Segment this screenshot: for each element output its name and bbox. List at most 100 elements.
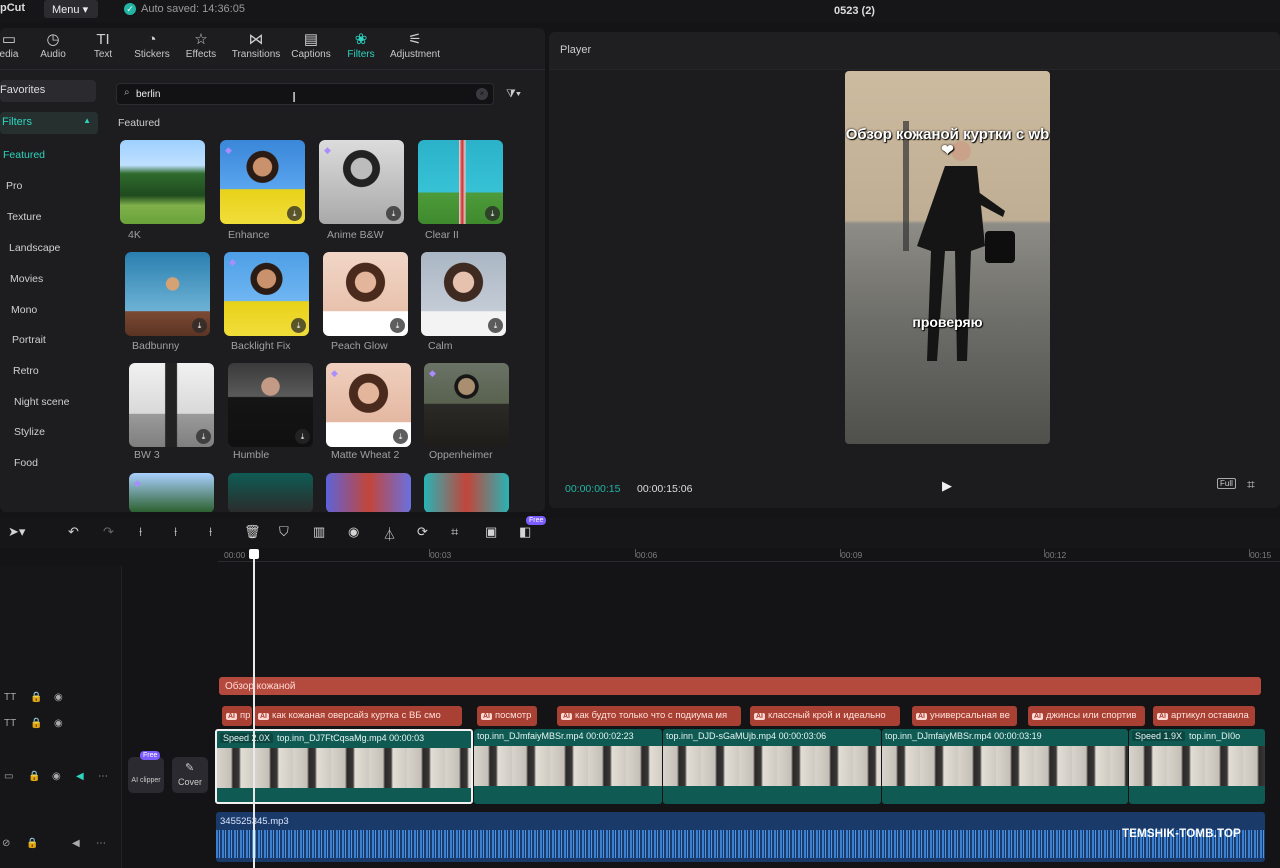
subtitle-clip[interactable]: AI как будто только что с подиума мя [557,706,741,726]
rotate-icon[interactable]: ⟳ [417,524,428,540]
video-preview[interactable]: Обзор кожаной куртки с wb ❤ проверяю [845,71,1050,444]
lock-icon[interactable]: 🔒 [28,771,40,782]
subtitle-clip[interactable]: AI артикул оставила [1153,706,1255,726]
split-right-icon[interactable]: ⟊ [209,524,212,540]
sidebar-item-retro[interactable]: Retro [13,365,39,377]
sidebar-item-portrait[interactable]: Portrait [12,334,46,346]
filter-tile[interactable]: ⤓ [421,252,506,336]
freeze-icon[interactable]: ▥ [313,524,325,540]
sidebar-filters[interactable]: Filters ▲ [0,112,98,134]
volume-icon[interactable]: ◀ [72,838,80,849]
download-icon[interactable]: ⤓ [488,318,503,333]
filter-tile[interactable]: ⤓ [125,252,210,336]
tab-filters[interactable]: ❀ Filters [342,31,380,60]
sidebar-item-night-scene[interactable]: Night scene [14,396,69,408]
filter-tile[interactable] [326,473,411,512]
lock-icon[interactable]: 🔒 [30,718,42,729]
more-icon[interactable]: ⋯ [98,771,108,782]
filter-tile[interactable]: ⤓ [323,252,408,336]
subtitle-clip[interactable]: AI классный крой и идеально [750,706,900,726]
subtitle-clip[interactable]: AI джинсы или спортив [1028,706,1145,726]
download-icon[interactable]: ⤓ [287,206,302,221]
subtitle-clip[interactable]: AI пр [222,706,252,726]
playhead-handle[interactable] [249,549,259,559]
sidebar-item-stylize[interactable]: Stylize [14,426,45,438]
ai-clipper-button[interactable]: Free AI clipper [128,751,164,793]
redo-icon[interactable]: ↷ [103,524,114,540]
sidebar-favorites[interactable]: Favorites [0,80,96,102]
filter-tile[interactable] [120,140,205,224]
subtitle-clip[interactable]: AI универсальная ве [912,706,1017,726]
marker-icon[interactable]: ⛉ [279,524,289,540]
audio-on-icon[interactable]: ◀ [76,771,84,782]
smart-cut-icon[interactable]: ◧ [519,524,531,540]
auto-reframe-icon[interactable]: ▣ [485,524,497,540]
download-icon[interactable]: ⤓ [192,318,207,333]
filter-tile[interactable]: ◆ ⤓ [326,363,411,447]
download-icon[interactable]: ⤓ [393,429,408,444]
filter-tile[interactable]: ⤓ [129,363,214,447]
video-clip[interactable]: top.inn_DJmfaiyMBSr.mp4 00:00:03:19 [882,729,1128,804]
filter-tile[interactable]: ⤓ [228,363,313,447]
download-icon[interactable]: ⤓ [196,429,211,444]
filter-tile[interactable]: ◆ ⤓ [224,252,309,336]
select-tool-icon[interactable]: ➤▾ [8,524,25,540]
filter-tile[interactable] [424,473,509,512]
tab-adjustment[interactable]: ⚟ Adjustment [386,31,444,60]
filter-tile[interactable]: ◆ [424,363,509,447]
audio-clip[interactable]: 345525345.mp3 [216,812,1265,862]
menu-button[interactable]: Menu ▾ [44,0,98,18]
sidebar-item-food[interactable]: Food [14,457,38,469]
filter-tile[interactable]: ◆ ⤓ [220,140,305,224]
download-icon[interactable]: ⤓ [485,206,500,221]
tab-media[interactable]: ▭ edia [0,31,24,60]
more-icon[interactable]: ⋯ [96,838,106,849]
tab-effects[interactable]: ☆ Effects [182,31,220,60]
lock-icon[interactable]: 🔒 [26,838,38,849]
tab-audio[interactable]: ◷ Audio [36,31,70,60]
mirror-icon[interactable]: ⏃ [383,524,396,543]
full-quality-button[interactable]: Full [1217,478,1236,489]
filter-tile[interactable]: ◆ [129,473,214,512]
screenshot-icon[interactable]: ⌗ [1247,476,1255,493]
delete-icon[interactable]: 🗑 [244,524,261,540]
sidebar-item-featured[interactable]: Featured [3,149,45,161]
crop-icon[interactable]: ⌗ [451,524,458,540]
search-box[interactable]: ⌕ × [116,83,494,105]
video-clip[interactable]: top.inn_DJD-sGaMUjb.mp4 00:00:03:06 [663,729,881,804]
download-icon[interactable]: ⤓ [295,429,310,444]
playhead[interactable] [249,549,259,868]
timeline-ruler[interactable]: 00:00 00:03 00:06 00:09 00:12 00:15 [218,546,1280,562]
clear-icon[interactable]: × [476,88,488,100]
sidebar-item-mono[interactable]: Mono [11,304,37,316]
tab-text[interactable]: TI Text [88,31,118,60]
eye-icon[interactable]: ◉ [54,718,63,729]
split-left-icon[interactable]: ⟊ [174,524,177,540]
tab-transitions[interactable]: ⋈ Transitions [228,31,284,60]
sidebar-item-texture[interactable]: Texture [7,211,41,223]
subtitle-clip[interactable]: AI посмотр [477,706,537,726]
lock-icon[interactable]: 🔒 [30,692,42,703]
play-icon[interactable]: ▶ [942,478,952,494]
tab-captions[interactable]: ▤ Captions [288,31,334,60]
download-icon[interactable]: ⤓ [291,318,306,333]
split-icon[interactable]: ⟊ [139,524,142,540]
video-clip[interactable]: Speed 1.9X top.inn_DI0o [1129,729,1265,804]
sidebar-item-landscape[interactable]: Landscape [9,242,60,254]
filter-tile[interactable]: ◆ ⤓ [319,140,404,224]
sidebar-item-movies[interactable]: Movies [10,273,43,285]
download-icon[interactable]: ⤓ [390,318,405,333]
download-icon[interactable]: ⤓ [386,206,401,221]
sidebar-item-pro[interactable]: Pro [6,180,22,192]
video-clip[interactable]: top.inn_DJmfaiyMBSr.mp4 00:00:02:23 [474,729,662,804]
tab-stickers[interactable]: ◔ Stickers [130,31,174,60]
text-clip[interactable]: Обзор кожаной [219,677,1261,695]
search-input[interactable] [136,86,466,102]
reverse-icon[interactable]: ◉ [348,524,359,540]
filter-sort-icon[interactable]: ⧩▾ [506,88,521,101]
filter-tile[interactable] [228,473,313,512]
undo-icon[interactable]: ↶ [68,524,79,540]
filter-tile[interactable]: ⤓ [418,140,503,224]
subtitle-clip[interactable]: AI как кожаная оверсайз куртка с ВБ смо [254,706,462,726]
cover-button[interactable]: ✎ Cover [172,757,208,793]
